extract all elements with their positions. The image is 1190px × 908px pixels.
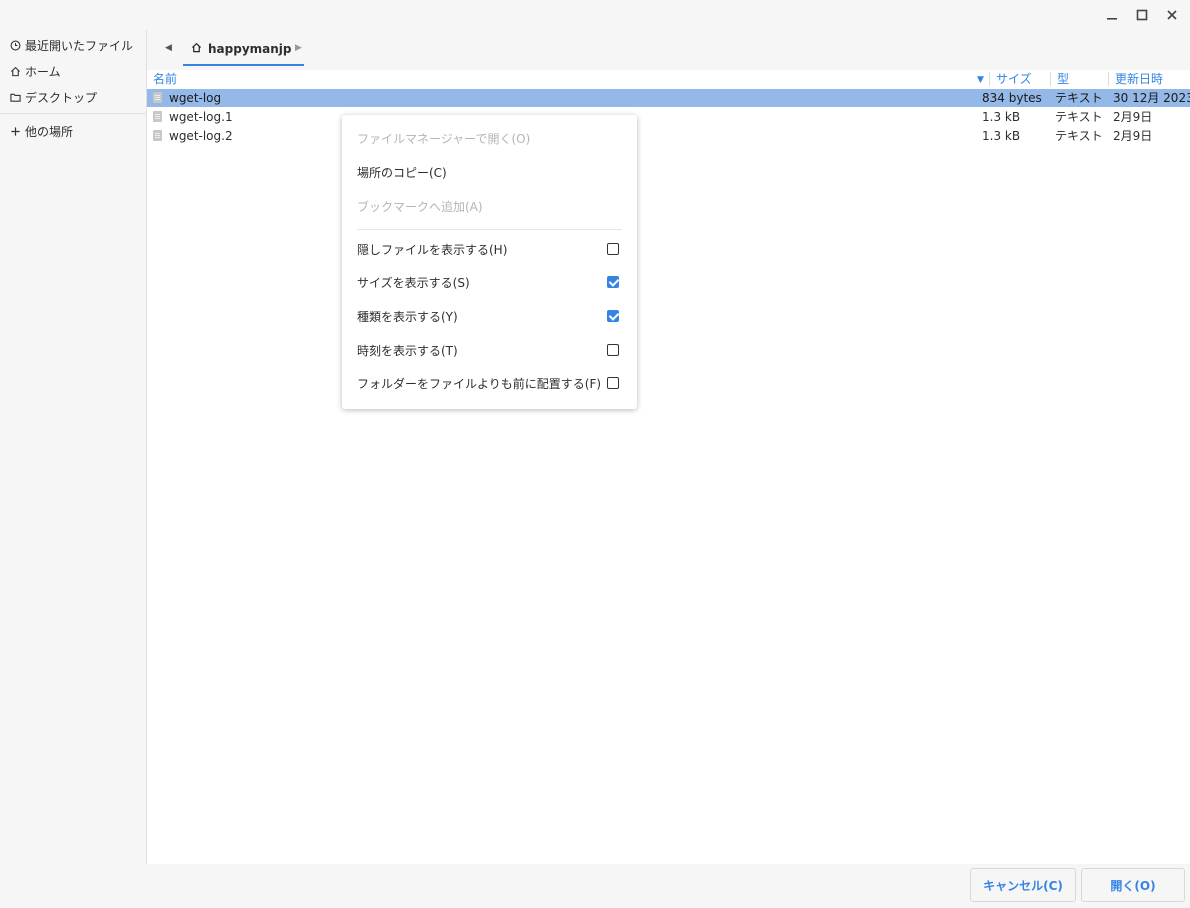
table-row[interactable]: wget-log.2 1.3 kB テキスト 2月9日 [147,127,1190,145]
file-size: 1.3 kB [982,129,1021,143]
table-row[interactable]: wget-log.1 1.3 kB テキスト 2月9日 [147,108,1190,126]
maximize-icon[interactable] [1134,7,1150,23]
places-sidebar: 最近開いたファイル ホーム デスクトップ 他の場所 [0,30,147,864]
file-list: 名前 ▼ サイズ 型 更新日時 wget-log 834 bytes テキスト … [147,70,1190,864]
column-divider [1108,72,1109,86]
file-type: テキスト [1055,91,1103,105]
menu-item-label: フォルダーをファイルよりも前に配置する(F) [357,377,602,391]
minimize-icon[interactable] [1104,7,1120,23]
file-name: wget-log.2 [169,129,233,143]
menu-item-add-bookmark[interactable]: ブックマークへ追加(A) [357,197,623,217]
file-modified: 2月9日 [1113,110,1153,124]
folders-first-checkbox[interactable] [607,377,619,389]
menu-item-show-time[interactable]: 時刻を表示する(T) [357,341,623,361]
sidebar-item-recent[interactable]: 最近開いたファイル [0,32,146,58]
sort-descending-icon: ▼ [977,75,984,85]
menu-item-show-size[interactable]: サイズを表示する(S) [357,273,623,293]
file-size: 834 bytes [982,91,1042,105]
text-file-icon [153,92,162,103]
file-type: テキスト [1055,110,1103,124]
column-header-size[interactable]: サイズ [996,70,1032,88]
show-hidden-checkbox[interactable] [607,243,619,255]
folder-icon [8,92,22,103]
path-button-label: happymanjp [208,42,292,56]
path-forward-arrow-icon[interactable]: ▶ [295,43,302,53]
menu-item-show-hidden[interactable]: 隠しファイルを表示する(H) [357,240,623,260]
open-button[interactable]: 開く(O) [1081,868,1185,902]
file-name: wget-log.1 [169,110,233,124]
show-type-checkbox[interactable] [607,310,619,322]
column-header-type[interactable]: 型 [1057,70,1069,88]
menu-item-copy-location[interactable]: 場所のコピー(C) [357,163,623,183]
column-divider [989,72,990,86]
path-bar: ◀ happymanjp ▶ [147,30,1190,70]
column-divider [1050,72,1051,86]
menu-item-label: 種類を表示する(Y) [357,310,458,324]
show-size-checkbox[interactable] [607,276,619,288]
sidebar-divider [0,113,146,114]
sidebar-item-other-places[interactable]: 他の場所 [0,118,146,144]
path-button-home[interactable]: happymanjp [183,34,304,66]
title-bar [0,0,1190,30]
column-header-modified[interactable]: 更新日時 [1115,70,1163,88]
column-header-name[interactable]: 名前 [153,70,177,88]
text-file-icon [153,111,162,122]
file-type: テキスト [1055,129,1103,143]
file-modified: 2月9日 [1113,129,1153,143]
menu-item-show-type[interactable]: 種類を表示する(Y) [357,307,623,327]
file-size: 1.3 kB [982,110,1021,124]
close-icon[interactable] [1164,7,1180,23]
home-icon [8,66,22,77]
menu-item-open-file-manager[interactable]: ファイルマネージャーで開く(O) [357,129,623,149]
text-file-icon [153,130,162,141]
menu-divider [357,229,622,230]
clock-icon [8,40,22,51]
sidebar-item-label: ホーム [25,64,61,79]
home-icon [191,42,202,56]
sidebar-item-label: デスクトップ [25,90,98,105]
sidebar-item-label: 他の場所 [25,124,74,139]
table-row[interactable]: wget-log 834 bytes テキスト 30 12月 2023 [147,89,1190,107]
sidebar-item-desktop[interactable]: デスクトップ [0,84,146,110]
sidebar-item-label: 最近開いたファイル [25,38,134,53]
menu-item-label: サイズを表示する(S) [357,276,470,290]
menu-item-label: 隠しファイルを表示する(H) [357,243,508,257]
file-modified: 30 12月 2023 [1113,91,1190,105]
menu-item-label: 時刻を表示する(T) [357,344,458,358]
cancel-button[interactable]: キャンセル(C) [970,868,1076,902]
show-time-checkbox[interactable] [607,344,619,356]
plus-icon [8,126,22,137]
window-controls [1104,7,1180,23]
context-menu: ファイルマネージャーで開く(O) 場所のコピー(C) ブックマークへ追加(A) … [342,115,637,409]
sidebar-item-home[interactable]: ホーム [0,58,146,84]
dialog-action-bar: キャンセル(C) 開く(O) [0,864,1190,908]
file-name: wget-log [169,91,222,105]
menu-item-folders-first[interactable]: フォルダーをファイルよりも前に配置する(F) [357,374,623,394]
path-back-arrow-icon[interactable]: ◀ [165,43,172,53]
